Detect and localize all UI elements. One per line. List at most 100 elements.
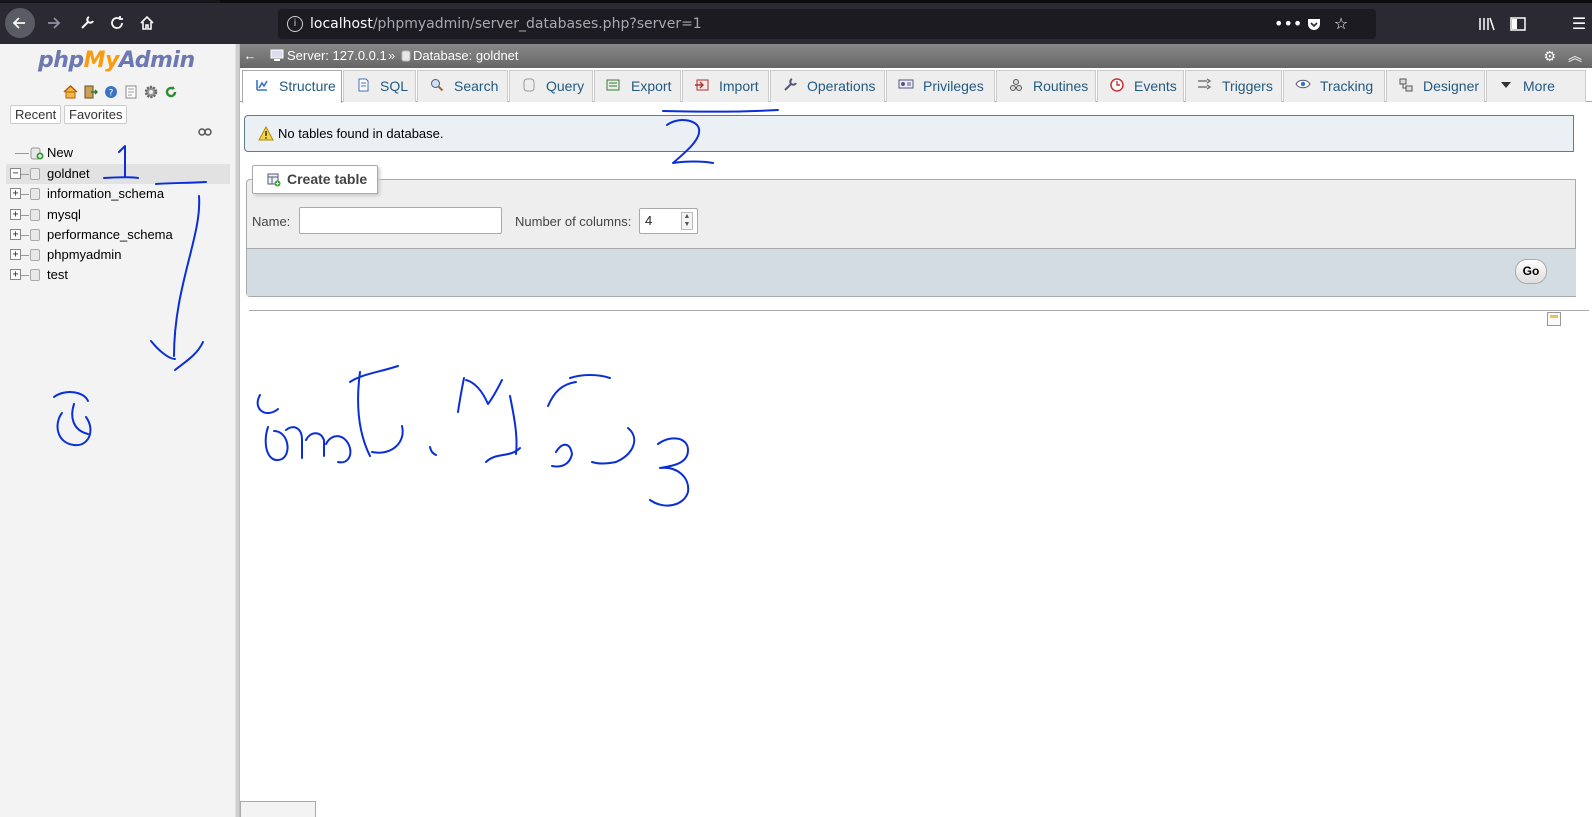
tab-tracking[interactable]: Tracking	[1283, 70, 1385, 102]
tab-events[interactable]: Events	[1097, 70, 1184, 102]
expand-icon[interactable]: +	[10, 249, 21, 260]
recent-tab[interactable]: Recent	[10, 105, 62, 124]
tab-routines[interactable]: Routines	[996, 70, 1096, 102]
tab-sql[interactable]: SQL	[343, 70, 416, 102]
tab-query[interactable]: Query	[509, 70, 593, 102]
tab-more[interactable]: More	[1486, 70, 1586, 102]
spinner-icon[interactable]: ▲ ▼	[681, 212, 693, 230]
collapse-sidebar-icon[interactable]: ←	[240, 44, 260, 68]
quick-links: ?	[62, 83, 179, 101]
new-database-icon	[30, 147, 44, 160]
expand-icon[interactable]: +	[10, 269, 21, 280]
tab-label: Triggers	[1222, 78, 1273, 94]
collapse-top-menu-icon[interactable]: ︽	[1568, 44, 1582, 68]
form-actions-bar	[247, 248, 1576, 296]
expand-icon[interactable]: +	[10, 188, 21, 199]
tree-connector	[21, 194, 29, 195]
svg-text:?: ?	[108, 88, 113, 98]
breadcrumb-database[interactable]: Database: goldnet	[413, 44, 519, 68]
phpmyadmin-logo[interactable]: phpMyAdmin	[38, 48, 195, 73]
navigation-sidebar: phpMyAdmin ? Recent Favorites New − gold…	[0, 44, 236, 817]
tree-item-label: information_schema	[47, 186, 165, 201]
tab-import[interactable]: Import	[682, 70, 769, 102]
sidebar-resize-handle[interactable]	[236, 44, 240, 817]
create-table-icon	[267, 173, 281, 187]
tree-item-mysql[interactable]: + mysql	[6, 205, 230, 225]
tab-label: Structure	[279, 78, 336, 94]
wrench-icon	[81, 16, 94, 29]
tree-item-phpmyadmin[interactable]: + phpmyadmin	[6, 245, 230, 265]
logout-icon[interactable]	[82, 83, 99, 100]
customize-button[interactable]	[72, 8, 102, 38]
tree-item-label: phpmyadmin	[47, 247, 122, 262]
site-info-icon[interactable]: i	[287, 16, 303, 32]
sql-icon	[354, 78, 372, 94]
settings-gear-icon[interactable]	[142, 83, 159, 100]
sidebar-toggle-icon[interactable]	[1505, 9, 1531, 41]
tree-connector	[21, 255, 29, 256]
tree-item-performance-schema[interactable]: + performance_schema	[6, 225, 230, 245]
table-name-input[interactable]	[299, 207, 502, 234]
tree-item-goldnet[interactable]: − goldnet	[6, 164, 230, 184]
back-button[interactable]	[5, 8, 35, 38]
tab-label: Tracking	[1320, 78, 1374, 94]
tab-privileges[interactable]: Privileges	[886, 70, 995, 102]
number-of-columns-input[interactable]: 4 ▲ ▼	[639, 208, 698, 234]
url-host: localhost	[310, 16, 373, 32]
page-actions-icon[interactable]: •••	[1274, 9, 1302, 39]
designer-icon	[1397, 78, 1415, 94]
documentation-icon[interactable]	[122, 83, 139, 100]
tree-connector	[21, 235, 29, 236]
structure-icon	[253, 78, 271, 94]
library-icon[interactable]	[1474, 9, 1500, 42]
tree-item-information-schema[interactable]: + information_schema	[6, 184, 230, 204]
database-icon	[30, 209, 40, 221]
tab-label: Events	[1134, 78, 1177, 94]
bookmark-star-icon[interactable]: ☆	[1329, 9, 1353, 39]
privileges-icon	[897, 78, 915, 94]
collapse-icon[interactable]: −	[10, 168, 21, 179]
tab-label: More	[1523, 78, 1555, 94]
caret-down-icon	[1497, 78, 1515, 94]
expand-icon[interactable]: +	[10, 209, 21, 220]
tab-designer[interactable]: Designer	[1386, 70, 1485, 102]
pocket-icon[interactable]	[1302, 9, 1326, 42]
clock-icon	[1108, 78, 1126, 94]
tab-search[interactable]: Search	[417, 70, 508, 102]
favorites-tab[interactable]: Favorites	[64, 105, 128, 124]
tab-label: Search	[454, 78, 499, 94]
routines-icon	[1007, 78, 1025, 94]
url-bar[interactable]: i localhost/phpmyadmin/server_databases.…	[278, 9, 1376, 39]
console-toggle-icon[interactable]	[1547, 312, 1561, 326]
tab-label: Query	[546, 78, 585, 94]
breadcrumb-server[interactable]: Server: 127.0.0.1	[287, 44, 387, 68]
tree-item-new[interactable]: New	[6, 143, 230, 163]
home-icon	[140, 15, 154, 30]
reload-button[interactable]	[102, 8, 132, 38]
page-settings-gear-icon[interactable]: ⚙	[1543, 44, 1556, 68]
tree-item-label: goldnet	[47, 166, 90, 181]
link-with-main-panel-icon[interactable]	[198, 126, 214, 138]
reload-navigation-icon[interactable]	[162, 83, 179, 100]
tab-triggers[interactable]: Triggers	[1185, 70, 1282, 102]
import-icon	[693, 78, 711, 94]
annotation-underline-import	[662, 109, 779, 113]
tree-item-test[interactable]: + test	[6, 265, 230, 285]
help-icon[interactable]: ?	[102, 83, 119, 100]
tree-connector	[21, 174, 29, 175]
breadcrumb-separator: »	[388, 48, 396, 63]
notice-message: No tables found in database.	[244, 115, 1574, 152]
back-arrow-icon	[12, 17, 25, 29]
forward-button[interactable]	[38, 8, 68, 38]
database-icon	[30, 168, 40, 180]
menu-icon[interactable]: ☰	[1566, 9, 1592, 39]
console-tab-stub[interactable]	[240, 801, 316, 817]
tab-operations[interactable]: Operations	[770, 70, 885, 102]
tab-export[interactable]: Export	[594, 70, 681, 102]
home-button[interactable]	[132, 8, 162, 38]
home-icon[interactable]	[62, 83, 79, 100]
tab-structure[interactable]: Structure	[242, 70, 342, 103]
expand-icon[interactable]: +	[10, 229, 21, 240]
go-button[interactable]: Go	[1515, 259, 1547, 284]
reload-icon	[111, 16, 123, 29]
